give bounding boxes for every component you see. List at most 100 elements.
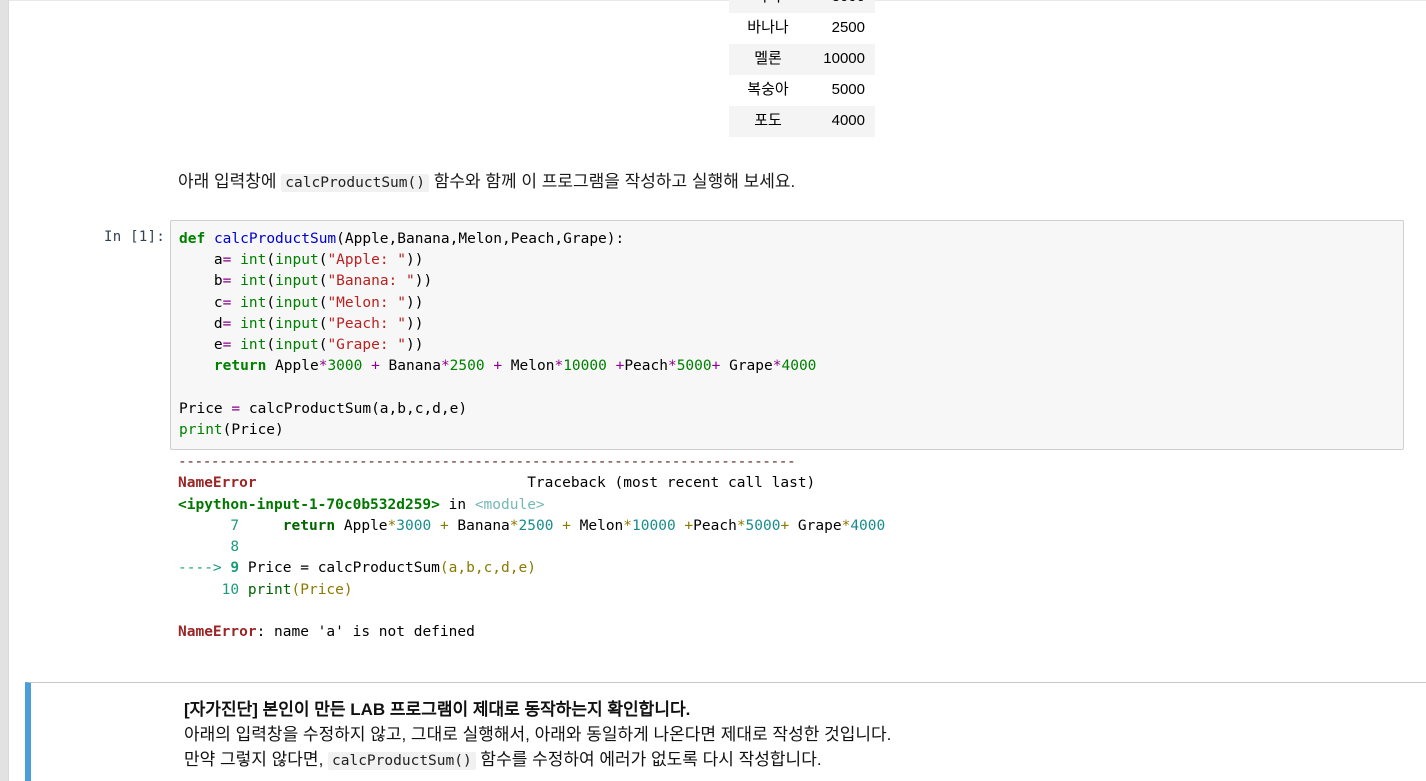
operator-plus: + xyxy=(371,358,380,375)
operator-plus: + xyxy=(562,517,571,534)
number-5000: 5000 xyxy=(745,517,781,534)
builtin-input: input xyxy=(275,337,319,354)
number-3000: 3000 xyxy=(327,358,363,375)
operator-plus: + xyxy=(493,358,503,375)
callout-line3-before: 만약 그렇지 않다면, xyxy=(184,750,329,769)
number-3000: 3000 xyxy=(396,517,432,534)
cell-input-prompt: In [1]: xyxy=(104,229,166,245)
callout-text-block: [자가진단] 본인이 만든 LAB 프로그램이 제대로 동작하는지 확인합니다.… xyxy=(184,697,891,774)
number-2500: 2500 xyxy=(518,517,554,534)
traceback-final-error-name: NameError xyxy=(178,624,257,641)
number-10000: 10000 xyxy=(563,358,607,375)
operator-mul: * xyxy=(667,358,677,375)
builtin-int: int xyxy=(240,337,267,354)
builtin-input: input xyxy=(275,273,319,290)
string-banana-prompt: "Banana: " xyxy=(327,273,415,290)
operator-plus: + xyxy=(439,517,449,534)
number-4000: 4000 xyxy=(850,517,886,534)
operator-mul: * xyxy=(554,358,564,375)
instruction-text-after: 함수와 함께 이 프로그램을 작성하고 실행해 보세요. xyxy=(428,172,796,191)
operator-assign: = xyxy=(231,400,241,417)
callout-line-2: 아래의 입력창을 수정하지 않고, 그대로 실행해서, 아래와 동일하게 나온다… xyxy=(184,725,892,744)
traceback-line-number-9: 9 xyxy=(230,560,240,577)
page-left-gutter xyxy=(0,0,9,781)
fruit-name-cell: 복숭아 xyxy=(729,75,807,106)
operator-assign: = xyxy=(222,315,232,332)
callout-line3-after: 함수를 수정하여 에러가 없도록 다시 작성합니다. xyxy=(475,750,822,769)
builtin-input: input xyxy=(275,252,319,269)
fruit-name-cell: 포도 xyxy=(729,106,807,137)
builtin-input: input xyxy=(275,315,319,332)
builtin-int: int xyxy=(240,252,267,269)
traceback-error-name: NameError xyxy=(178,475,257,492)
string-peach-prompt: "Peach: " xyxy=(327,315,407,332)
instruction-text-before: 아래 입력창에 xyxy=(178,172,282,191)
operator-mul: * xyxy=(736,517,746,534)
cell-output-traceback: ----------------------------------------… xyxy=(178,454,886,641)
price-table-body: 사과 3000 바나나 2500 멜론 10000 복숭아 5000 포도 40… xyxy=(729,0,875,137)
keyword-return: return xyxy=(213,358,267,375)
fruit-name-cell: 사과 xyxy=(729,0,807,13)
builtin-print: print xyxy=(179,421,223,438)
number-10000: 10000 xyxy=(632,517,676,534)
table-row: 바나나 2500 xyxy=(729,13,875,44)
traceback-keyword-return: return xyxy=(282,517,336,534)
fruit-price-cell: 5000 xyxy=(807,75,875,106)
traceback-call-args: (a,b,c,d,e) xyxy=(439,560,536,577)
number-2500: 2500 xyxy=(449,358,485,375)
callout-inline-code: calcProductSum() xyxy=(328,752,476,770)
operator-mul: * xyxy=(509,517,519,534)
traceback-in-word: in xyxy=(439,496,475,513)
traceback-header-right: Traceback (most recent call last) xyxy=(527,475,816,492)
builtin-input: input xyxy=(275,294,319,311)
traceback-separator: ----------------------------------------… xyxy=(178,454,796,470)
fruit-price-cell: 4000 xyxy=(807,106,875,137)
self-check-callout: [자가진단] 본인이 만든 LAB 프로그램이 제대로 동작하는지 확인합니다.… xyxy=(25,682,1426,781)
operator-plus: + xyxy=(780,517,790,534)
instruction-inline-code: calcProductSum() xyxy=(281,174,429,192)
table-row: 포도 4000 xyxy=(729,106,875,137)
traceback-print-args: (Price) xyxy=(291,581,353,598)
function-signature: (Apple,Banana,Melon,Peach,Grape): xyxy=(336,231,625,247)
keyword-def: def xyxy=(179,231,206,247)
code-source[interactable]: def calcProductSum(Apple,Banana,Melon,Pe… xyxy=(179,229,1403,441)
fruit-price-table: 사과 3000 바나나 2500 멜론 10000 복숭아 5000 포도 40… xyxy=(729,0,875,137)
fruit-price-cell: 3000 xyxy=(807,0,875,13)
fruit-price-cell: 10000 xyxy=(807,44,875,75)
operator-mul: * xyxy=(623,517,633,534)
instruction-paragraph: 아래 입력창에 calcProductSum() 함수와 함께 이 프로그램을 … xyxy=(178,170,795,195)
number-5000: 5000 xyxy=(676,358,712,375)
table-row: 사과 3000 xyxy=(729,0,875,13)
operator-mul: * xyxy=(387,517,397,534)
function-name: calcProductSum xyxy=(213,231,337,247)
fruit-name-cell: 멜론 xyxy=(729,44,807,75)
table-row: 멜론 10000 xyxy=(729,44,875,75)
operator-assign: = xyxy=(222,252,232,269)
traceback-line-number-7: 7 xyxy=(178,517,248,534)
operator-mul: * xyxy=(440,358,450,375)
builtin-print: print xyxy=(247,581,292,598)
string-apple-prompt: "Apple: " xyxy=(327,252,407,269)
operator-plus: + xyxy=(684,517,694,534)
number-4000: 4000 xyxy=(781,358,817,375)
builtin-int: int xyxy=(240,273,267,290)
traceback-final-message: : name 'a' is not defined xyxy=(256,624,475,641)
operator-plus: + xyxy=(615,358,625,375)
operator-assign: = xyxy=(222,273,232,290)
string-grape-prompt: "Grape: " xyxy=(327,337,407,354)
traceback-file: <ipython-input-1-70c0b532d259> xyxy=(178,496,440,513)
code-input-cell[interactable]: def calcProductSum(Apple,Banana,Melon,Pe… xyxy=(170,220,1404,451)
callout-heading: [자가진단] 본인이 만든 LAB 프로그램이 제대로 동작하는지 확인합니다. xyxy=(184,700,691,719)
operator-plus: + xyxy=(711,358,721,375)
builtin-int: int xyxy=(240,294,267,311)
string-melon-prompt: "Melon: " xyxy=(327,294,407,311)
traceback-error-arrow: ----> xyxy=(178,560,231,577)
table-row: 복숭아 5000 xyxy=(729,75,875,106)
traceback-module: <module> xyxy=(474,496,545,513)
fruit-price-cell: 2500 xyxy=(807,13,875,44)
callout-line-3: 만약 그렇지 않다면, calcProductSum() 함수를 수정하여 에러… xyxy=(184,747,891,774)
operator-assign: = xyxy=(222,294,232,311)
operator-assign: = xyxy=(222,337,232,354)
traceback-line-number-10: 10 xyxy=(178,581,248,598)
page-top-divider xyxy=(9,0,1426,1)
